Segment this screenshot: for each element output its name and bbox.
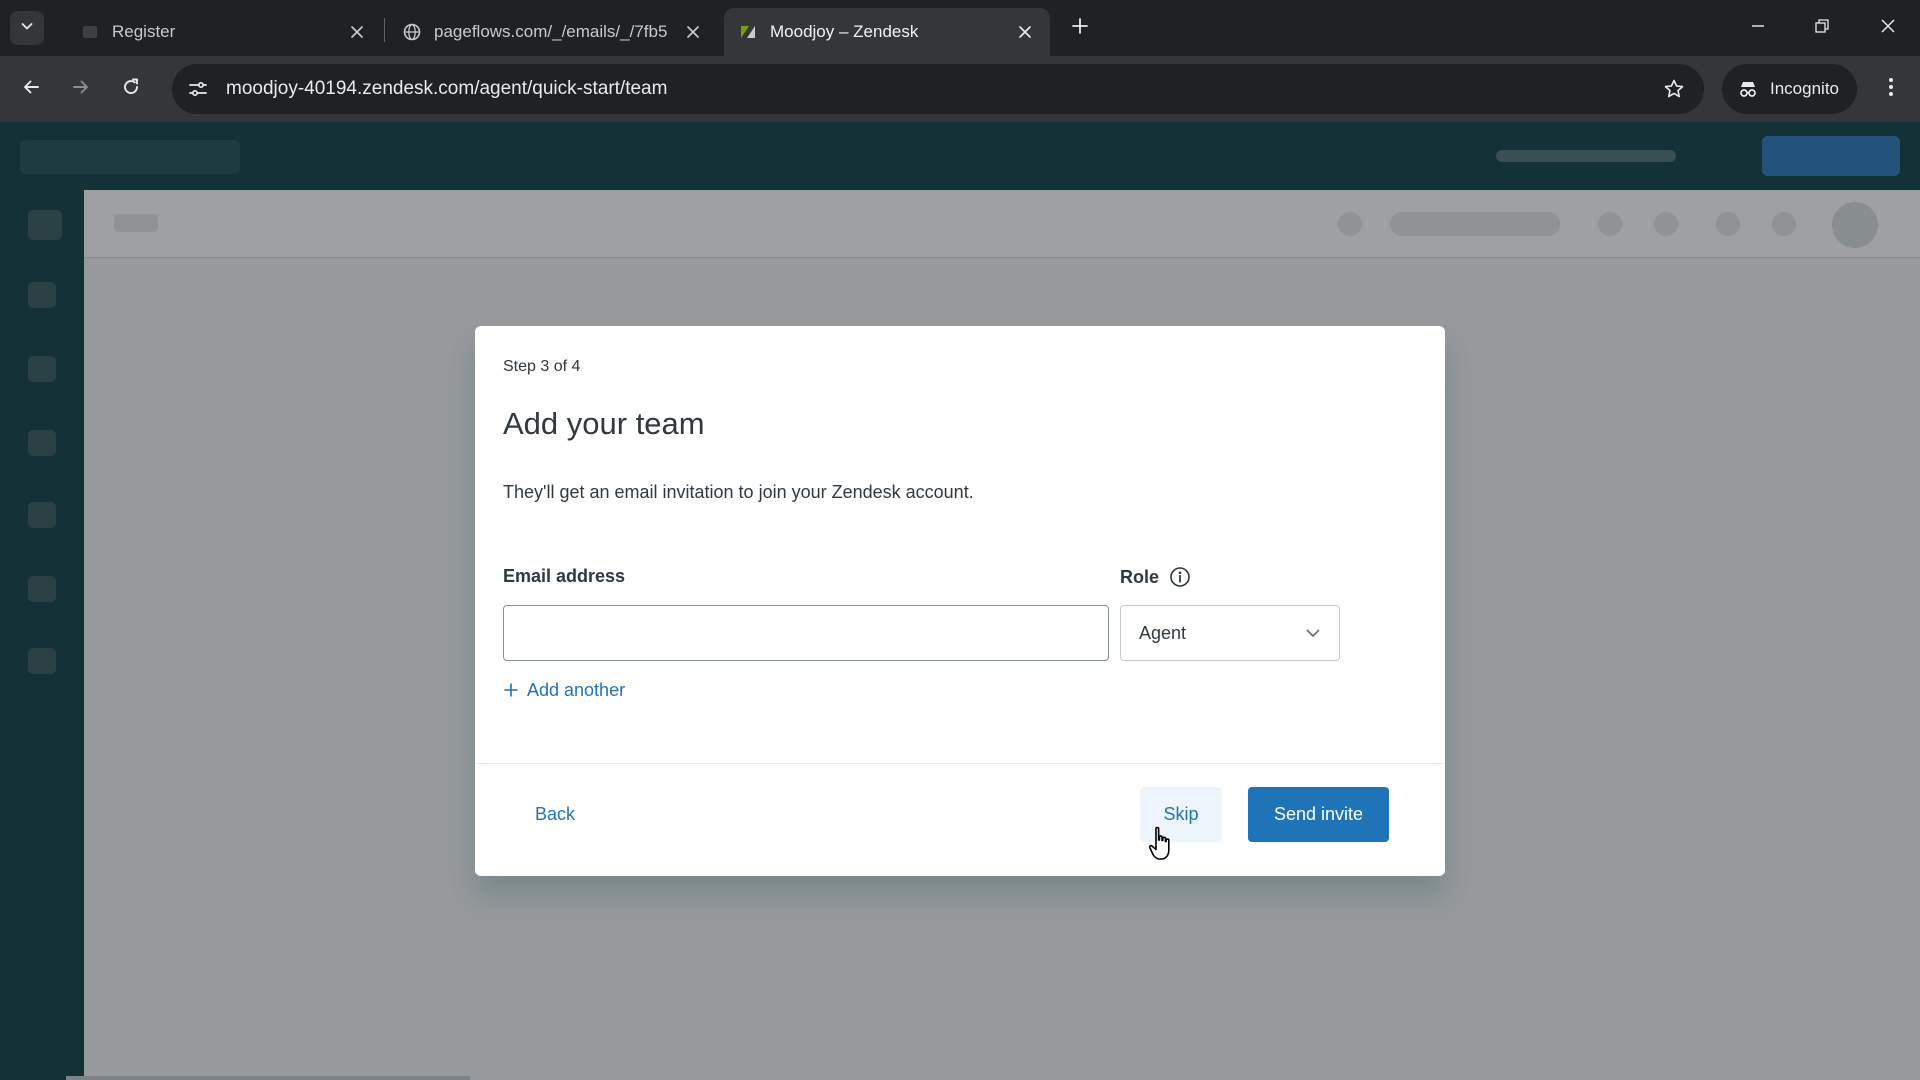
- reload-icon: [121, 77, 141, 102]
- restore-button[interactable]: [1804, 12, 1840, 44]
- add-another-label: Add another: [527, 679, 626, 700]
- minimize-icon: [1750, 18, 1766, 39]
- plus-icon: [503, 682, 519, 698]
- arrow-left-icon: [21, 77, 41, 102]
- info-icon[interactable]: [1169, 566, 1191, 588]
- incognito-profile-button[interactable]: Incognito: [1722, 64, 1857, 114]
- browser-menu-button[interactable]: [1874, 72, 1908, 106]
- role-label: Role: [1120, 566, 1160, 587]
- back-nav-button[interactable]: [14, 72, 48, 106]
- chevron-down-icon: [19, 18, 35, 39]
- email-label: Email address: [503, 566, 626, 586]
- step-indicator: Step 3 of 4: [503, 358, 581, 375]
- tab-title: Register: [112, 22, 176, 41]
- modal-subtitle: They'll get an email invitation to join …: [503, 482, 974, 502]
- role-select[interactable]: Agent: [1120, 605, 1340, 661]
- globe-icon: [402, 22, 422, 42]
- incognito-label: Incognito: [1770, 79, 1839, 98]
- zendesk-logo-icon: [738, 22, 758, 42]
- role-label-group: Role: [1120, 566, 1191, 588]
- tab-separator: [384, 18, 385, 42]
- bookmark-star-icon[interactable]: [1656, 71, 1692, 107]
- tab-search-button[interactable]: [10, 11, 44, 45]
- forward-nav-button[interactable]: [64, 72, 98, 106]
- site-info-icon[interactable]: [178, 69, 218, 109]
- tab-pageflows[interactable]: pageflows.com/_/emails/_/7fb5: [388, 8, 718, 56]
- add-team-modal: Step 3 of 4 Add your team They'll get an…: [475, 326, 1445, 876]
- minimize-button[interactable]: [1740, 12, 1776, 44]
- footer-divider: [475, 763, 1445, 764]
- new-tab-button[interactable]: [1066, 14, 1094, 42]
- close-icon[interactable]: [346, 21, 368, 43]
- window-close-button[interactable]: [1870, 12, 1906, 44]
- add-another-link[interactable]: Add another: [503, 674, 625, 706]
- restore-icon: [1814, 18, 1830, 39]
- role-selected-value: Agent: [1139, 622, 1187, 643]
- tab-title: Moodjoy – Zendesk: [770, 22, 919, 41]
- reload-button[interactable]: [114, 72, 148, 106]
- back-button[interactable]: Back: [515, 787, 595, 842]
- close-icon[interactable]: [1014, 21, 1036, 43]
- modal-title: Add your team: [503, 406, 705, 441]
- close-icon: [1880, 18, 1896, 39]
- page-icon: [80, 22, 100, 42]
- zendesk-app: Step 3 of 4 Add your team They'll get an…: [0, 122, 1920, 1080]
- send-invite-button[interactable]: Send invite: [1248, 787, 1389, 842]
- url-text: moodjoy-40194.zendesk.com/agent/quick-st…: [226, 78, 668, 99]
- incognito-icon: [1736, 77, 1760, 101]
- tab-register[interactable]: Register: [66, 8, 382, 56]
- more-vertical-icon: [1888, 76, 1894, 103]
- browser-tab-strip: Register pageflows.com/_/emails/_/7fb5 M…: [0, 0, 1920, 56]
- skip-button[interactable]: Skip: [1140, 787, 1222, 842]
- address-bar[interactable]: moodjoy-40194.zendesk.com/agent/quick-st…: [172, 64, 1704, 114]
- chevron-down-icon: [1303, 623, 1323, 643]
- browser-toolbar: moodjoy-40194.zendesk.com/agent/quick-st…: [0, 56, 1920, 122]
- tab-moodjoy-zendesk[interactable]: Moodjoy – Zendesk: [724, 8, 1050, 56]
- tab-title: pageflows.com/_/emails/_/7fb5: [434, 22, 668, 41]
- arrow-right-icon: [71, 77, 91, 102]
- email-input[interactable]: [503, 605, 1109, 661]
- plus-icon: [1071, 17, 1089, 40]
- close-icon[interactable]: [682, 21, 704, 43]
